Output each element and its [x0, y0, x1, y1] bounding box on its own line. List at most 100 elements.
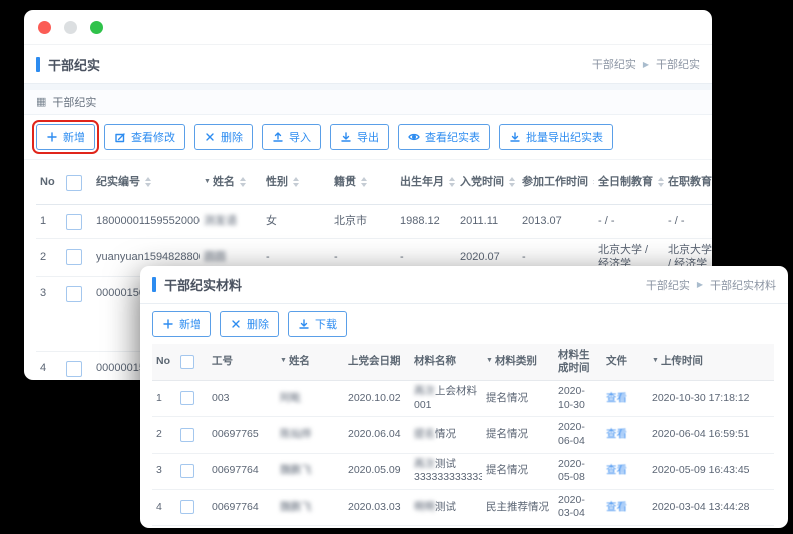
filter-icon[interactable]: ▼: [280, 357, 287, 364]
cell: 魏鹏飞: [276, 489, 344, 525]
sort-icon[interactable]: [449, 177, 455, 187]
view-link[interactable]: 查看: [606, 392, 627, 404]
export-button[interactable]: 导出: [330, 124, 389, 150]
table-row: 1180000011595520000测发语女北京市1988.122011.11…: [36, 205, 712, 239]
page-title-text: 干部纪实: [48, 55, 100, 74]
select-all-checkbox[interactable]: [180, 355, 194, 369]
breadcrumb-item[interactable]: 干部纪实: [592, 56, 636, 72]
column-header[interactable]: 入党时间: [456, 162, 518, 205]
cell: 查看: [602, 381, 648, 417]
column-header[interactable]: 参加工作时间: [518, 162, 594, 205]
column-label: No: [156, 355, 170, 367]
cell-text: 再次: [414, 458, 435, 470]
column-header[interactable]: ▼上传时间: [648, 344, 774, 381]
cell: 2020.03.03: [344, 489, 410, 525]
view-link[interactable]: 查看: [606, 428, 627, 440]
cell: 4: [152, 489, 176, 525]
batch-export-record-table-button[interactable]: 批量导出纪实表: [499, 124, 613, 150]
view-record-table-button[interactable]: 查看纪实表: [398, 124, 490, 150]
zoom-button[interactable]: [90, 21, 103, 34]
button-label: 新增: [179, 316, 201, 332]
column-header[interactable]: 籍贯: [330, 162, 396, 205]
cell: 啊啊测试: [410, 489, 482, 525]
cell-text: 情况: [435, 428, 456, 440]
column-label: 文件: [606, 355, 627, 367]
close-button[interactable]: [38, 21, 51, 34]
column-header[interactable]: 性别: [262, 162, 330, 205]
row-checkbox[interactable]: [180, 464, 194, 478]
download-button[interactable]: 下载: [288, 311, 347, 337]
sort-icon[interactable]: [145, 177, 151, 187]
button-label: 查看修改: [131, 129, 175, 145]
sort-icon[interactable]: [593, 177, 594, 187]
column-header[interactable]: ▼姓名: [276, 344, 344, 381]
cell: 180000011595520000: [92, 205, 200, 239]
delete-button[interactable]: 删除: [220, 311, 279, 337]
table-row: 200697765陈灿烨2020.06.04提名情况提名情况2020-06-04…: [152, 417, 774, 453]
cell-text: 陈灿烨: [280, 428, 312, 440]
column-header[interactable]: 出生年月: [396, 162, 456, 205]
download-icon: [509, 131, 521, 143]
select-all-checkbox[interactable]: [66, 175, 82, 191]
cell: 2019.10.30: [344, 526, 410, 528]
minimize-button[interactable]: [64, 21, 77, 34]
title-bar-accent: [152, 277, 156, 292]
row-checkbox[interactable]: [180, 391, 194, 405]
cell: 2: [152, 417, 176, 453]
cell: [176, 489, 208, 525]
view-edit-button[interactable]: 查看修改: [104, 124, 185, 150]
row-checkbox[interactable]: [180, 428, 194, 442]
column-label: 姓名: [289, 355, 310, 367]
column-label: 参加工作时间: [522, 176, 588, 188]
breadcrumb-item[interactable]: 干部纪实: [656, 56, 700, 72]
breadcrumb-item[interactable]: 干部纪实材料: [710, 277, 776, 293]
column-header[interactable]: 纪实编号: [92, 162, 200, 205]
column-header[interactable]: ▼姓名: [200, 162, 262, 205]
column-label: 籍贯: [334, 176, 356, 188]
cadre-record-material-table: No工号▼姓名上党会日期材料名称▼材料类别材料生成时间文件▼上传时间1003阿毗…: [152, 344, 774, 528]
row-checkbox[interactable]: [180, 500, 194, 514]
window-titlebar: [24, 10, 712, 44]
sort-icon[interactable]: [509, 177, 515, 187]
import-button[interactable]: 导入: [262, 124, 321, 150]
cell-text: 魏鹏飞: [280, 464, 312, 476]
add-button[interactable]: 新增: [152, 311, 211, 337]
sort-icon[interactable]: [658, 177, 664, 187]
cell-text: 阿毗: [280, 392, 301, 404]
column-label: No: [40, 176, 55, 188]
cell: 再次上会材料001: [410, 381, 482, 417]
sort-icon[interactable]: [361, 177, 367, 187]
grid-icon: ▦: [36, 97, 46, 108]
cell: 2: [36, 239, 62, 277]
filter-icon[interactable]: ▼: [204, 178, 211, 185]
view-link[interactable]: 查看: [606, 501, 627, 513]
delete-button[interactable]: 删除: [194, 124, 253, 150]
row-checkbox[interactable]: [66, 214, 82, 230]
cell: 党委会议纪要: [410, 526, 482, 528]
column-header[interactable]: 全日制教育: [594, 162, 664, 205]
filter-icon[interactable]: ▼: [652, 357, 659, 364]
title-bar-accent: [36, 57, 40, 72]
row-checkbox[interactable]: [66, 361, 82, 377]
add-button[interactable]: 新增: [36, 124, 95, 150]
panel-header: ▦ 干部纪实: [24, 90, 712, 115]
view-link[interactable]: 查看: [606, 464, 627, 476]
cell: - / -: [664, 205, 712, 239]
row-checkbox[interactable]: [66, 286, 82, 302]
filter-icon[interactable]: ▼: [486, 357, 493, 364]
cell-text: 再次: [414, 385, 435, 397]
plus-icon: [46, 131, 58, 143]
row-checkbox[interactable]: [66, 249, 82, 265]
cell: 2020.05.09: [344, 453, 410, 489]
column-label: 材料生成时间: [558, 349, 590, 374]
column-header[interactable]: ▼材料类别: [482, 344, 554, 381]
breadcrumb-separator-icon: ▶: [643, 60, 649, 69]
button-label: 导出: [357, 129, 379, 145]
cell: 提名情况: [482, 453, 554, 489]
sort-icon[interactable]: [240, 177, 246, 187]
cell: 陈灿烨: [276, 417, 344, 453]
cell: 2020-10-30: [554, 381, 602, 417]
sort-icon[interactable]: [293, 177, 299, 187]
cell: 魏鹏飞: [276, 453, 344, 489]
breadcrumb-item[interactable]: 干部纪实: [646, 277, 690, 293]
